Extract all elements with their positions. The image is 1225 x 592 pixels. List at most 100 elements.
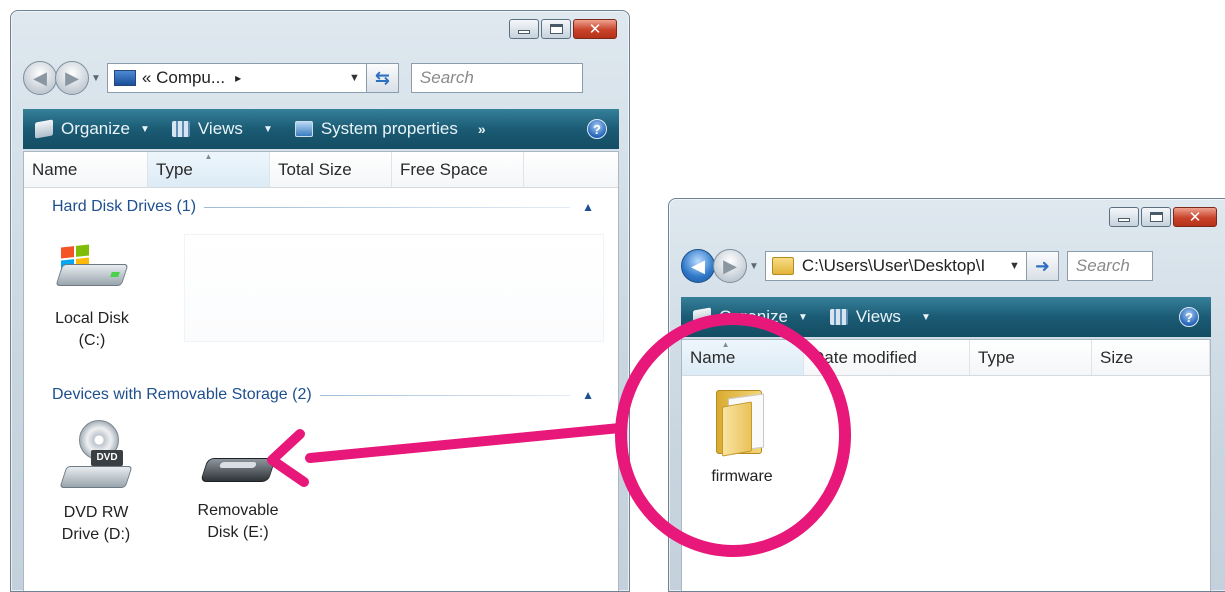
folder-small-icon [771,257,794,275]
column-type[interactable]: Type [970,340,1092,375]
command-bar: Organize ▼ Views ▼ System properties » ? [23,109,619,149]
views-menu[interactable]: Views ▼ [171,119,273,139]
dvd-drive-icon: DVD [59,420,133,496]
forward-arrow-icon: ▶ [65,67,79,88]
collapse-icon[interactable]: ▲ [582,200,594,214]
column-free-space[interactable]: Free Space [392,152,524,187]
forward-button[interactable]: ▶ [55,61,89,95]
refresh-button[interactable]: ⇆ [366,63,399,93]
drive-dvd-rw-d[interactable]: DVD DVD RW Drive (D:) [46,420,146,545]
maximize-button[interactable] [1141,207,1171,227]
close-button[interactable]: ✕ [573,19,617,39]
group-title: Hard Disk Drives (1) [52,198,197,215]
column-type[interactable]: ▲ Type [148,152,270,187]
system-properties-icon [294,121,313,137]
group-divider [319,394,571,396]
views-icon [171,121,190,137]
drive-removable-disk-e[interactable]: Removable Disk (E:) [184,450,292,543]
column-total-size[interactable]: Total Size [270,152,392,187]
maximize-button[interactable] [541,19,571,39]
more-commands-icon[interactable]: » [478,121,486,137]
go-arrow-icon: ➜ [1034,255,1050,276]
address-text: « Compu... [141,68,226,87]
views-label: Views [197,119,243,138]
address-dropdown-icon[interactable]: ▼ [341,72,360,84]
content-pane: Name ▲ Type Total Size Free Space Hard D… [23,151,619,591]
dvd-badge: DVD [91,450,123,466]
address-bar[interactable]: « Compu... ▸ ▼ [106,63,367,93]
drive-label: DVD RW [63,504,129,521]
computer-window: ✕ ◀ ▶ ▼ « Compu... ▸ ▼ ⇆ Search Organize… [10,10,630,592]
address-row: ◀ ▶ ▼ C:\Users\User\Desktop\I ▼ ➜ Search [681,249,1211,283]
column-date-modified[interactable]: Date modified [804,340,970,375]
column-name[interactable]: ▲ Name [682,340,804,375]
sort-ascending-icon: ▲ [721,340,730,349]
back-button[interactable]: ◀ [23,61,57,95]
close-icon: ✕ [588,20,602,38]
folder-firmware[interactable]: firmware [702,386,782,488]
back-arrow-icon: ◀ [33,67,47,88]
system-properties-label: System properties [320,119,458,138]
help-icon[interactable]: ? [1179,307,1199,327]
go-button[interactable]: ➜ [1026,251,1059,281]
group-title: Devices with Removable Storage (2) [52,386,312,403]
drive-local-disk-c[interactable]: Local Disk (C:) [42,244,142,351]
organize-icon [693,307,711,327]
organize-label: Organize [719,307,788,326]
column-size[interactable]: Size [1092,340,1210,375]
close-icon: ✕ [1188,208,1202,226]
drive-letter: Drive (D:) [61,525,131,543]
address-text: C:\Users\User\Desktop\I [801,256,986,275]
command-bar: Organize ▼ Views ▼ ? [681,297,1211,337]
drive-label: Local Disk [55,310,129,327]
computer-icon [113,70,136,86]
search-input[interactable]: Search [1066,251,1153,281]
hard-disk-icon [55,244,129,292]
group-header-hard-disks[interactable]: Hard Disk Drives (1) ▲ [52,198,594,216]
caption-buttons: ✕ [509,19,617,39]
folder-window: ✕ ◀ ▶ ▼ C:\Users\User\Desktop\I ▼ ➜ Sear… [668,198,1225,592]
history-dropdown-icon[interactable]: ▼ [749,261,759,272]
address-dropdown-icon[interactable]: ▼ [1001,260,1020,272]
caption-buttons: ✕ [1109,207,1217,227]
maximize-icon [1149,212,1163,222]
column-header-row: Name ▲ Type Total Size Free Space [24,152,618,188]
back-arrow-icon: ◀ [691,255,705,276]
column-name-label: Name [690,347,736,367]
system-properties-button[interactable]: System properties » [294,119,486,139]
history-dropdown-icon[interactable]: ▼ [91,73,101,84]
minimize-button[interactable] [1109,207,1139,227]
organize-menu[interactable]: Organize ▼ [693,307,808,327]
folder-icon [712,386,772,457]
back-button[interactable]: ◀ [681,249,715,283]
views-menu[interactable]: Views ▼ [829,307,931,327]
address-bar[interactable]: C:\Users\User\Desktop\I ▼ [764,251,1027,281]
forward-arrow-icon: ▶ [723,255,737,276]
collapse-icon[interactable]: ▲ [582,388,594,402]
content-pane: ▲ Name Date modified Type Size firmware [681,339,1211,591]
minimize-button[interactable] [509,19,539,39]
address-row: ◀ ▶ ▼ « Compu... ▸ ▼ ⇆ Search [23,61,619,95]
chevron-down-icon: ▼ [262,123,273,135]
maximize-icon [549,24,563,34]
column-header-row: ▲ Name Date modified Type Size [682,340,1210,376]
folder-label: firmware [711,468,773,485]
organize-menu[interactable]: Organize ▼ [35,119,150,139]
group-divider [204,206,571,208]
minimize-icon [518,30,530,34]
column-type-label: Type [156,159,193,179]
group-header-removable[interactable]: Devices with Removable Storage (2) ▲ [52,386,594,404]
chevron-down-icon: ▼ [139,123,150,135]
search-input[interactable]: Search [410,63,583,93]
removable-disk-icon [198,450,278,490]
blank-detail-area [184,234,604,342]
forward-button[interactable]: ▶ [713,249,747,283]
organize-label: Organize [61,119,130,138]
close-button[interactable]: ✕ [1173,207,1217,227]
minimize-icon [1118,218,1130,222]
chevron-down-icon: ▼ [920,311,931,323]
help-icon[interactable]: ? [587,119,607,139]
column-name[interactable]: Name [24,152,148,187]
crumb-arrow-icon[interactable]: ▸ [235,71,241,85]
views-icon [829,309,848,325]
